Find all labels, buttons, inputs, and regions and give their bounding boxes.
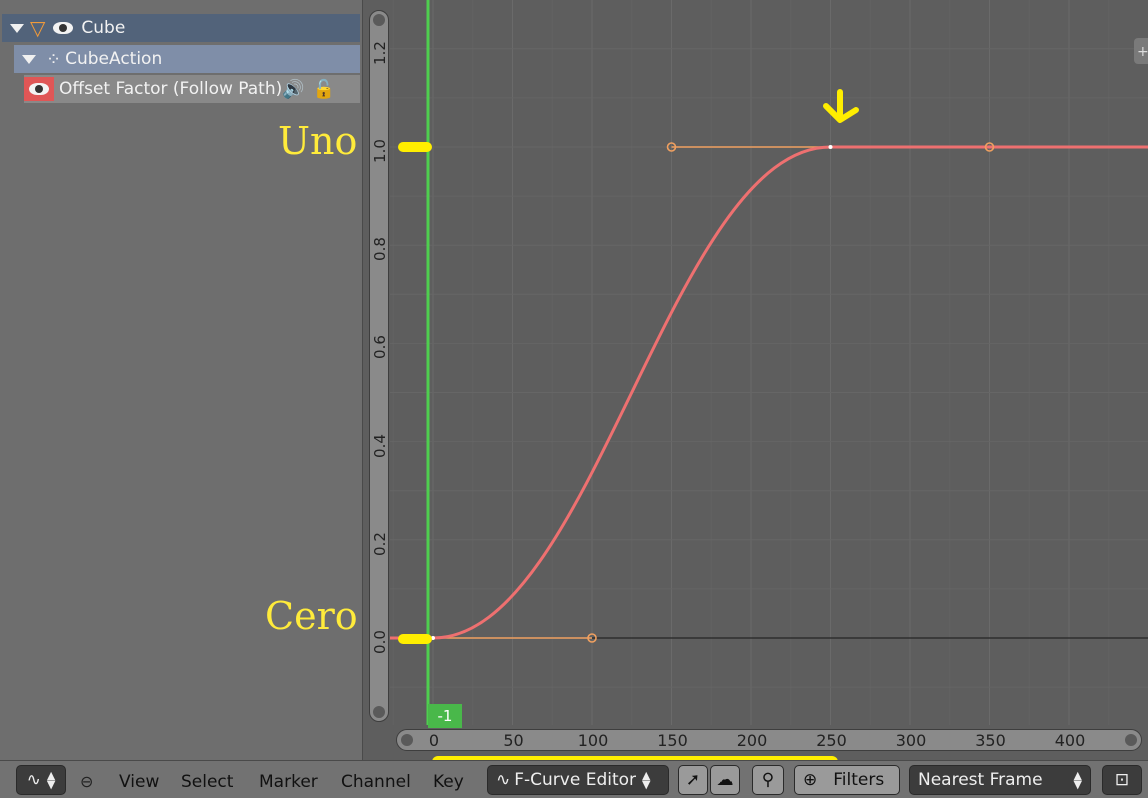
- frame-ruler[interactable]: 0 50 100 150 200 250 300 350 400: [396, 729, 1142, 751]
- ghost-icon: ☁: [716, 770, 734, 790]
- annotation-uno: Uno: [278, 119, 358, 163]
- expand-triangle-icon[interactable]: [22, 54, 36, 64]
- vertical-scrollbar[interactable]: 0.0 0.2 0.4 0.6 0.8 1.0 1.2: [369, 10, 389, 722]
- visibility-eye-icon[interactable]: [53, 22, 74, 34]
- mode-selector[interactable]: ∿ F-Curve Editor ▲ ▼: [487, 765, 669, 795]
- visibility-eye-icon[interactable]: [29, 83, 49, 95]
- x-tick-label: 300: [895, 731, 927, 750]
- search-icon: ⚲: [761, 770, 775, 790]
- pivot-icon: ⊡: [1114, 770, 1130, 790]
- filters-label: Filters: [833, 770, 885, 790]
- y-tick-label: 1.2: [371, 40, 389, 65]
- current-frame-indicator[interactable]: -1: [428, 704, 462, 728]
- graph-canvas[interactable]: +: [390, 0, 1148, 725]
- x-tick-label: 100: [577, 731, 609, 750]
- editor-type-selector[interactable]: ∿ ▲ ▼: [16, 765, 66, 795]
- x-tick-label: 200: [736, 731, 768, 750]
- channel-action-label: CubeAction: [65, 49, 163, 69]
- x-tick-label: 350: [975, 731, 1006, 750]
- y-tick-label: 0.0: [371, 630, 389, 654]
- scroll-cap-left[interactable]: [401, 734, 413, 746]
- channel-object-cube[interactable]: ▽ Cube: [2, 14, 360, 42]
- graph-editor-icon: ∿: [26, 770, 41, 790]
- filters-button[interactable]: ⊕ Filters: [794, 765, 900, 795]
- y-tick-label: 0.4: [371, 433, 389, 458]
- snap-label: Nearest Frame: [918, 770, 1043, 790]
- menu-select[interactable]: Select: [181, 772, 233, 792]
- editor-header: ∿ ▲ ▼ ⊖ View Select Marker Channel Key ∿ F…: [0, 760, 1148, 798]
- keyframe-point[interactable]: [828, 145, 833, 149]
- collapse-menu-icon[interactable]: ⊖: [80, 772, 93, 791]
- fcurve-color-swatch[interactable]: [24, 77, 54, 101]
- fcurve-icon: ∿: [496, 770, 511, 790]
- scroll-cap-bottom[interactable]: [373, 706, 385, 718]
- y-tick-label: 0.2: [371, 531, 389, 556]
- y-tick-label: 0.6: [371, 335, 389, 360]
- channel-fcurve[interactable]: Offset Factor (Follow Path) 🔊 🔓: [24, 75, 360, 103]
- channel-fcurve-label: Offset Factor (Follow Path): [59, 79, 283, 99]
- x-tick-label: 400: [1054, 731, 1086, 750]
- scroll-cap-right[interactable]: [1125, 734, 1137, 746]
- annotation-cero: Cero: [265, 594, 358, 638]
- menu-key[interactable]: Key: [433, 772, 464, 792]
- y-tick-label: 1.0: [371, 139, 389, 163]
- x-tick-label: 250: [816, 731, 847, 750]
- show-hidden-toggle[interactable]: ☁: [710, 765, 740, 795]
- lock-icon[interactable]: 🔓: [313, 79, 335, 100]
- cursor-arrow-icon: ➚: [685, 770, 701, 790]
- updown-arrows-icon: ▲ ▼: [46, 769, 56, 791]
- updown-arrows-icon: ▲ ▼: [642, 769, 651, 791]
- mode-label: F-Curve Editor: [514, 770, 637, 790]
- menu-marker[interactable]: Marker: [259, 772, 318, 792]
- only-selected-toggle[interactable]: ➚: [678, 765, 708, 795]
- highlight-mark-one: [398, 142, 432, 152]
- graph-editor-window: ▽ Cube ⁘ CubeAction Offset Factor (Follo…: [0, 0, 1148, 798]
- expand-triangle-icon[interactable]: [10, 23, 24, 33]
- menu-view[interactable]: View: [119, 772, 159, 792]
- annotation-arrow-icon: [823, 89, 859, 123]
- updown-arrows-icon: ▲ ▼: [1073, 769, 1082, 791]
- menu-channel[interactable]: Channel: [341, 772, 411, 792]
- channel-region: ▽ Cube ⁘ CubeAction Offset Factor (Follo…: [0, 0, 363, 760]
- speaker-icon[interactable]: 🔊: [282, 79, 304, 100]
- x-tick-label: 50: [503, 731, 524, 750]
- plus-icon[interactable]: +: [1137, 44, 1148, 60]
- snap-selector[interactable]: Nearest Frame ▲ ▼: [909, 765, 1091, 795]
- scroll-cap-top[interactable]: [373, 14, 385, 26]
- x-tick-label: 0: [428, 731, 440, 750]
- x-tick-label: 150: [657, 731, 688, 750]
- search-toggle[interactable]: ⚲: [752, 765, 784, 795]
- action-icon: ⁘: [46, 48, 62, 70]
- pivot-selector[interactable]: ⊡: [1102, 765, 1142, 795]
- highlight-mark-zero: [398, 634, 432, 644]
- channel-object-label: Cube: [81, 18, 126, 38]
- channel-action[interactable]: ⁘ CubeAction: [14, 45, 360, 73]
- y-tick-label: 0.8: [371, 237, 389, 262]
- plus-circle-icon: ⊕: [803, 770, 818, 790]
- object-mesh-icon: ▽: [30, 16, 46, 40]
